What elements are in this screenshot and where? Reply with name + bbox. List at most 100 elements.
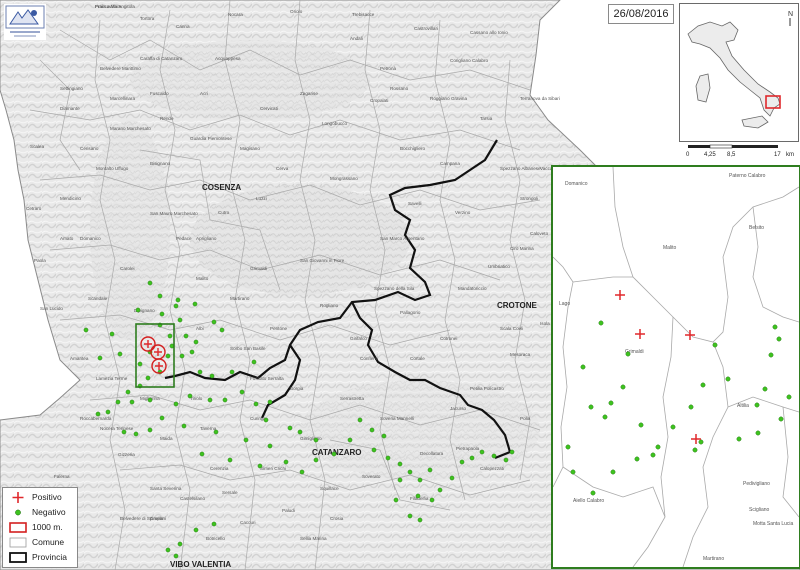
negative-sample-point: [157, 293, 163, 299]
comune-label: San Giovanni in Fiore: [300, 258, 345, 263]
comune-label: Pietrapaola: [456, 446, 480, 451]
study-area-zoom-map[interactable]: Domanico Malito Belsito Paterno Calabro Lago…: [551, 165, 800, 569]
negative-sample-point: [97, 355, 103, 361]
scale-tick-2: 8,5: [727, 152, 736, 158]
comune-box-icon: [9, 537, 27, 548]
comune-label: Sorbo San Basile: [230, 346, 266, 351]
legend-provincia-label: Provincia: [32, 552, 67, 562]
negative-sample-point: [219, 327, 225, 333]
comune-label: Diamante: [60, 106, 80, 111]
comune-label: Castelsilano: [180, 496, 205, 501]
comune-label: Domanico: [80, 236, 101, 241]
comune-label: Amantea: [70, 356, 89, 361]
zoom-negative-point: [570, 469, 576, 475]
zoom-negative-point: [650, 452, 656, 458]
comune-label: Cervicati: [260, 106, 278, 111]
comune-label: Settingiano: [60, 86, 83, 91]
comune-label: Conflenti: [360, 356, 378, 361]
comune-label: Cassano allo Ionio: [470, 30, 508, 35]
zoom-negative-point: [610, 469, 616, 475]
negative-sample-point: [147, 427, 153, 433]
zoom-comune-label: Motta Santa Lucia: [753, 521, 794, 527]
comune-label: Bocchigliero: [400, 146, 425, 151]
comune-label: Marcellinara: [110, 96, 135, 101]
negative-sample-point: [137, 361, 143, 367]
comune-label: Girifalco: [350, 336, 367, 341]
comune-label: Cetraro: [26, 206, 42, 211]
negative-sample-point: [147, 280, 153, 286]
negative-sample-point: [479, 449, 485, 455]
legend-negative-label: Negativo: [32, 507, 66, 517]
zoom-negative-point: [736, 436, 742, 442]
negative-sample-point: [115, 399, 121, 405]
zoom-negative-point: [698, 439, 704, 445]
comune-label: Sersale: [222, 490, 238, 495]
comune-label: Scandale: [88, 296, 108, 301]
negative-dot-icon: [15, 509, 21, 516]
negative-sample-point: [397, 461, 403, 467]
comune-label: Mesoraca: [510, 352, 531, 357]
zoom-comune-label: Belsito: [749, 225, 764, 231]
legend-positive-label: Positivo: [32, 492, 62, 502]
comune-label: Soverato: [362, 474, 381, 479]
negative-sample-point: [211, 319, 217, 325]
negative-sample-point: [173, 303, 179, 309]
negative-sample-point: [509, 449, 515, 455]
comune-label: Spezzano della Sila: [374, 286, 415, 291]
negative-sample-point: [209, 373, 215, 379]
scale-bar: 0 4,25 8,5 17 km: [682, 142, 798, 160]
negative-sample-point: [369, 427, 375, 433]
comune-label: Luzzi: [256, 196, 267, 201]
negative-sample-point: [192, 301, 198, 307]
comune-label: Nocera Terinese: [100, 426, 134, 431]
negative-sample-point: [222, 397, 228, 403]
negative-sample-point: [227, 457, 233, 463]
zoom-negative-point: [565, 444, 571, 450]
negative-sample-point: [183, 333, 189, 339]
negative-sample-point: [347, 437, 353, 443]
zoom-negative-point: [588, 404, 594, 410]
negative-sample-point: [287, 425, 293, 431]
negative-sample-point: [117, 351, 123, 357]
comune-label: Acri: [200, 91, 208, 96]
negative-sample-point: [357, 417, 363, 423]
comune-label: Cropalati: [370, 98, 388, 103]
comune-label: Acquappesa: [215, 56, 241, 61]
sardinia-shape: [695, 73, 711, 103]
negative-sample-point: [121, 429, 127, 435]
comune-label: San Marco Argentano: [380, 236, 425, 241]
negative-sample-point: [371, 447, 377, 453]
comune-label: Cirò Marina: [510, 246, 534, 251]
comune-label: Scala Coeli: [500, 326, 523, 331]
zoom-negative-point: [620, 384, 626, 390]
comune-label: Strongoli: [520, 196, 538, 201]
comune-label: Belvedere Marittimo: [100, 66, 141, 71]
provincia-box-icon: [9, 552, 27, 563]
comune-label: Pallagorio: [400, 310, 421, 315]
negative-sample-point: [459, 459, 465, 465]
comune-label: Canna: [176, 24, 190, 29]
zoom-negative-point: [692, 447, 698, 453]
negative-sample-point: [239, 389, 245, 395]
comune-label: Amato: [60, 236, 74, 241]
comune-label: Montalto Uffugo: [96, 166, 129, 171]
label-crotone: CROTONE: [497, 301, 538, 310]
negative-sample-point: [165, 547, 171, 553]
comune-label: Petronà: [380, 66, 397, 71]
negative-sample-point: [213, 429, 219, 435]
negative-sample-point: [417, 477, 423, 483]
comune-label: Albi: [196, 326, 204, 331]
comune-label: Corigliano Calabro: [450, 58, 488, 63]
north-arrow-label: N: [788, 11, 793, 18]
legend-comune-label: Comune: [32, 537, 65, 547]
zoom-negative-point: [754, 402, 760, 408]
comune-label: Rende: [160, 116, 174, 121]
negative-sample-point: [297, 429, 303, 435]
comune-label: Caccuri: [240, 520, 256, 525]
zoom-negative-point: [712, 342, 718, 348]
negative-sample-point: [429, 497, 435, 503]
negative-sample-point: [167, 333, 173, 339]
zoom-comune-label: Martirano: [703, 556, 724, 562]
comune-label: Pentone: [270, 326, 288, 331]
comune-label: Decollatura: [420, 451, 444, 456]
